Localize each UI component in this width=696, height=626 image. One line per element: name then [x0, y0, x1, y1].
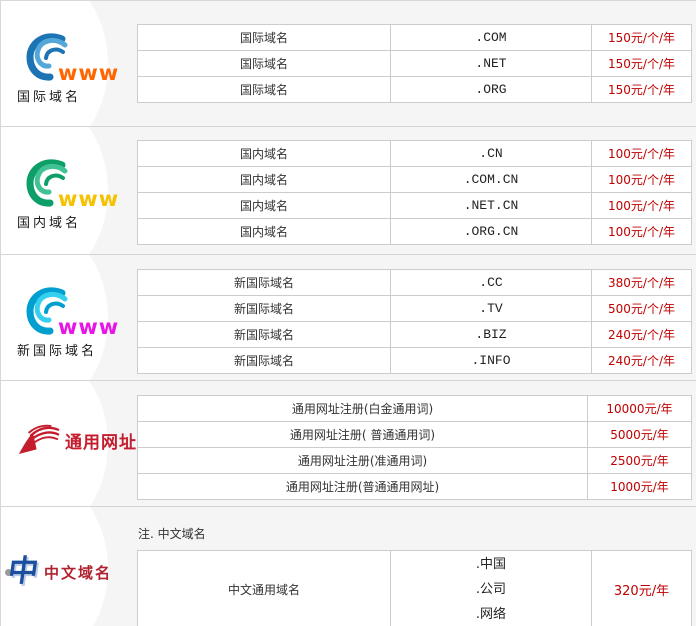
price-cell: 10000元/年	[588, 396, 691, 421]
table-row: 国际域名 .NET 150元/个/年	[138, 51, 691, 77]
category-cell: 国际域名	[138, 25, 391, 50]
price-table-domestic: 国内域名 .CN 100元/个/年 国内域名 .COM.CN 100元/个/年 …	[137, 140, 692, 245]
category-cell: 国际域名	[138, 77, 391, 102]
www-text: www	[58, 187, 119, 209]
domain-cell: .ORG	[391, 77, 592, 102]
category-cell: 国内域名	[138, 141, 391, 166]
section-label: 中文域名	[44, 562, 112, 583]
table-row: 国内域名 .COM.CN 100元/个/年	[138, 167, 691, 193]
www-swirl-icon: www	[25, 157, 145, 209]
domain-cell: .COM	[391, 25, 592, 50]
category-cell: 国内域名	[138, 167, 391, 192]
price-cell: 100元/个/年	[592, 141, 691, 166]
section-label: 通用网址	[65, 428, 137, 453]
price-cell: 100元/个/年	[592, 193, 691, 218]
domain-cell: .BIZ	[391, 322, 592, 347]
section-domestic-domains: www 国内域名 国内域名 .CN 100元/个/年 国内域名 .COM.CN …	[1, 127, 696, 255]
www-text: www	[58, 315, 119, 337]
price-table-new-international: 新国际域名 .CC 380元/个/年 新国际域名 .TV 500元/个/年 新国…	[137, 269, 692, 374]
category-cell: 通用网址注册(白金通用词)	[138, 396, 588, 421]
category-cell: 国内域名	[138, 219, 391, 244]
domain-cell: .COM.CN	[391, 167, 592, 192]
new-international-domains-logo: www 新国际域名	[1, 255, 137, 380]
table-row: 通用网址注册(白金通用词) 10000元/年	[138, 396, 691, 422]
domain-cell: .INFO	[391, 348, 592, 373]
table-row: 新国际域名 .INFO 240元/个/年	[138, 348, 691, 373]
section-generic-url: 通用网址 通用网址注册(白金通用词) 10000元/年 通用网址注册( 普通通用…	[1, 381, 696, 507]
section-international-domains: www 国际域名 国际域名 .COM 150元/个/年 国际域名 .NET 15…	[1, 1, 696, 127]
price-table-international: 国际域名 .COM 150元/个/年 国际域名 .NET 150元/个/年 国际…	[137, 24, 692, 103]
section-label: 国际域名	[17, 86, 137, 105]
table-row: 中文通用域名 .中国 .公司 .网络 320元/年	[138, 551, 691, 626]
zhong-glyph-icon: 中	[6, 557, 40, 587]
price-cell: 2500元/年	[588, 448, 691, 473]
table-row: 新国际域名 .CC 380元/个/年	[138, 270, 691, 296]
price-cell: 1000元/年	[588, 474, 691, 499]
domestic-domains-logo: www 国内域名	[1, 127, 137, 254]
price-cell: 240元/个/年	[592, 322, 691, 347]
category-cell: 新国际域名	[138, 322, 391, 347]
table-row: 通用网址注册(准通用词) 2500元/年	[138, 448, 691, 474]
category-cell: 国际域名	[138, 51, 391, 76]
section-label: 新国际域名	[17, 340, 137, 359]
section-label: 国内域名	[17, 212, 137, 231]
domain-suffix: .中国	[476, 552, 506, 577]
domain-cell: .TV	[391, 296, 592, 321]
price-table-chinese: 中文通用域名 .中国 .公司 .网络 320元/年	[137, 550, 692, 626]
domain-suffix-list: .中国 .公司 .网络	[476, 552, 506, 626]
domain-suffix: .网络	[476, 602, 506, 626]
price-cell: 150元/个/年	[592, 51, 691, 76]
table-row: 新国际域名 .TV 500元/个/年	[138, 296, 691, 322]
domain-cell: .CC	[391, 270, 592, 295]
price-cell: 150元/个/年	[592, 25, 691, 50]
category-cell: 通用网址注册(准通用词)	[138, 448, 588, 473]
table-row: 国际域名 .COM 150元/个/年	[138, 25, 691, 51]
price-cell: 380元/个/年	[592, 270, 691, 295]
price-cell: 100元/个/年	[592, 219, 691, 244]
domain-suffix: .公司	[476, 577, 506, 602]
domain-cell: .NET	[391, 51, 592, 76]
www-swirl-icon: www	[25, 285, 145, 337]
table-row: 通用网址注册(普通通用网址) 1000元/年	[138, 474, 691, 499]
table-row: 国际域名 .ORG 150元/个/年	[138, 77, 691, 102]
price-cell: 5000元/年	[588, 422, 691, 447]
domain-cell: .CN	[391, 141, 592, 166]
price-cell: 500元/个/年	[592, 296, 691, 321]
chinese-domains-logo: 中 中文域名	[1, 507, 137, 626]
category-cell: 新国际域名	[138, 348, 391, 373]
price-cell: 150元/个/年	[592, 77, 691, 102]
price-cell: 320元/年	[592, 551, 691, 626]
category-cell: 国内域名	[138, 193, 391, 218]
table-row: 新国际域名 .BIZ 240元/个/年	[138, 322, 691, 348]
section-new-international-domains: www 新国际域名 新国际域名 .CC 380元/个/年 新国际域名 .TV 5…	[1, 255, 696, 381]
domain-cell: .中国 .公司 .网络	[391, 551, 592, 626]
category-cell: 新国际域名	[138, 296, 391, 321]
table-row: 国内域名 .CN 100元/个/年	[138, 141, 691, 167]
section-chinese-domains: 中 中文域名 注. 中文域名 中文通用域名 .中国 .公司 .网络 320元/年	[1, 507, 696, 626]
category-cell: 通用网址注册(普通通用网址)	[138, 474, 588, 499]
table-row: 通用网址注册( 普通通用词) 5000元/年	[138, 422, 691, 448]
domain-cell: .ORG.CN	[391, 219, 592, 244]
category-cell: 通用网址注册( 普通通用词)	[138, 422, 588, 447]
www-swirl-icon: www	[25, 31, 145, 83]
table-row: 国内域名 .NET.CN 100元/个/年	[138, 193, 691, 219]
flag-arrow-icon	[17, 423, 60, 457]
domain-cell: .NET.CN	[391, 193, 592, 218]
generic-url-logo: 通用网址	[1, 381, 137, 506]
international-domains-logo: www 国际域名	[1, 1, 137, 126]
table-row: 国内域名 .ORG.CN 100元/个/年	[138, 219, 691, 244]
price-table-generic-url: 通用网址注册(白金通用词) 10000元/年 通用网址注册( 普通通用词) 50…	[137, 395, 692, 500]
domain-price-page: www 国际域名 国际域名 .COM 150元/个/年 国际域名 .NET 15…	[0, 0, 696, 626]
price-cell: 240元/个/年	[592, 348, 691, 373]
chinese-domain-note: 注. 中文域名	[138, 525, 696, 542]
www-text: www	[58, 61, 119, 83]
category-cell: 中文通用域名	[138, 551, 391, 626]
price-cell: 100元/个/年	[592, 167, 691, 192]
category-cell: 新国际域名	[138, 270, 391, 295]
